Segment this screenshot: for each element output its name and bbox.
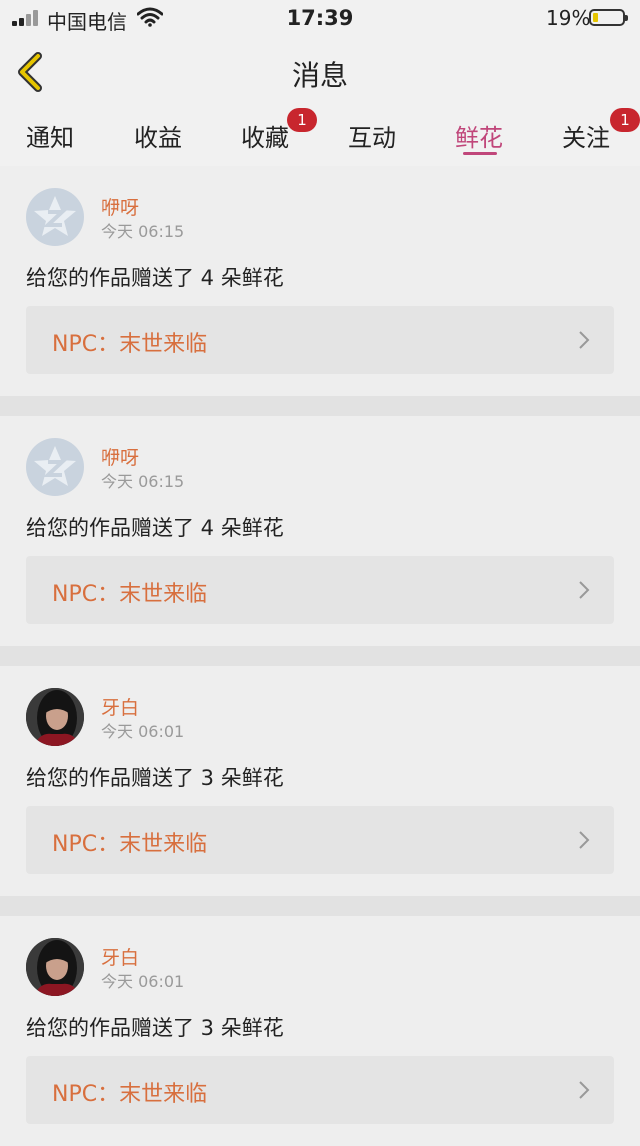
navigation-bar: 消息 bbox=[0, 36, 640, 109]
work-link[interactable]: NPC：末世来临 bbox=[26, 806, 614, 874]
chevron-right-icon bbox=[579, 331, 590, 349]
work-link[interactable]: NPC：末世来临 bbox=[26, 306, 614, 374]
tab-notice[interactable]: 通知 bbox=[26, 118, 74, 153]
tab-label: 收藏 bbox=[241, 124, 289, 152]
avatar[interactable] bbox=[26, 188, 84, 246]
unread-badge: 1 bbox=[287, 108, 317, 132]
tab-label: 鲜花 bbox=[455, 124, 503, 152]
status-bar: 中国电信 17:39 19% bbox=[0, 0, 640, 36]
tab-label: 关注 bbox=[562, 124, 610, 152]
battery-icon bbox=[589, 9, 628, 26]
list-item: 牙白 今天 06:01 给您的作品赠送了 3 朵鲜花 NPC：末世来临 bbox=[0, 666, 640, 896]
message-text: 给您的作品赠送了 3 朵鲜花 bbox=[26, 766, 284, 790]
timestamp: 今天 06:15 bbox=[101, 222, 185, 241]
list-item: 咿呀 今天 06:15 给您的作品赠送了 4 朵鲜花 NPC：末世来临 bbox=[0, 166, 640, 396]
default-avatar-icon bbox=[34, 446, 76, 486]
chevron-right-icon bbox=[579, 1081, 590, 1099]
sender-name[interactable]: 咿呀 bbox=[101, 443, 139, 470]
tab-interaction[interactable]: 互动 bbox=[348, 118, 396, 153]
avatar[interactable] bbox=[26, 938, 84, 996]
default-avatar-icon bbox=[34, 196, 76, 236]
timestamp: 今天 06:01 bbox=[101, 722, 185, 741]
divider bbox=[0, 646, 640, 666]
chevron-right-icon bbox=[579, 831, 590, 849]
user-photo-icon bbox=[26, 688, 84, 746]
tab-label: 通知 bbox=[26, 124, 74, 152]
tab-label: 互动 bbox=[348, 124, 396, 152]
message-tabs: 通知 收益 收藏 1 互动 鲜花 关注 1 bbox=[0, 108, 640, 166]
active-tab-indicator bbox=[463, 152, 497, 155]
clock: 17:39 bbox=[286, 6, 354, 30]
tab-favorites[interactable]: 收藏 1 bbox=[241, 108, 317, 153]
avatar[interactable] bbox=[26, 438, 84, 496]
sender-name[interactable]: 牙白 bbox=[101, 943, 139, 970]
timestamp: 今天 06:01 bbox=[101, 972, 185, 991]
avatar[interactable] bbox=[26, 688, 84, 746]
user-photo-icon bbox=[26, 938, 84, 996]
tab-label: 收益 bbox=[134, 124, 182, 152]
message-text: 给您的作品赠送了 4 朵鲜花 bbox=[26, 266, 284, 290]
timestamp: 今天 06:15 bbox=[101, 472, 185, 491]
sender-name[interactable]: 牙白 bbox=[101, 693, 139, 720]
tab-following[interactable]: 关注 1 bbox=[562, 108, 640, 153]
battery-percent: 19% bbox=[546, 6, 591, 30]
work-title: NPC：末世来临 bbox=[52, 332, 208, 357]
page-title: 消息 bbox=[291, 59, 348, 92]
tab-earnings[interactable]: 收益 bbox=[134, 118, 182, 153]
message-text: 给您的作品赠送了 3 朵鲜花 bbox=[26, 1016, 284, 1040]
work-title: NPC：末世来临 bbox=[52, 582, 208, 607]
list-item: 咿呀 今天 06:15 给您的作品赠送了 4 朵鲜花 NPC：末世来临 bbox=[0, 416, 640, 646]
tab-flowers[interactable]: 鲜花 bbox=[455, 118, 503, 153]
divider bbox=[0, 896, 640, 916]
message-text: 给您的作品赠送了 4 朵鲜花 bbox=[26, 516, 284, 540]
chevron-right-icon bbox=[579, 581, 590, 599]
sender-name[interactable]: 咿呀 bbox=[101, 193, 139, 220]
work-title: NPC：末世来临 bbox=[52, 832, 208, 857]
divider bbox=[0, 396, 640, 416]
unread-badge: 1 bbox=[610, 108, 640, 132]
work-link[interactable]: NPC：末世来临 bbox=[26, 1056, 614, 1124]
work-link[interactable]: NPC：末世来临 bbox=[26, 556, 614, 624]
work-title: NPC：末世来临 bbox=[52, 1082, 208, 1107]
list-item: 牙白 今天 06:01 给您的作品赠送了 3 朵鲜花 NPC：末世来临 bbox=[0, 916, 640, 1146]
